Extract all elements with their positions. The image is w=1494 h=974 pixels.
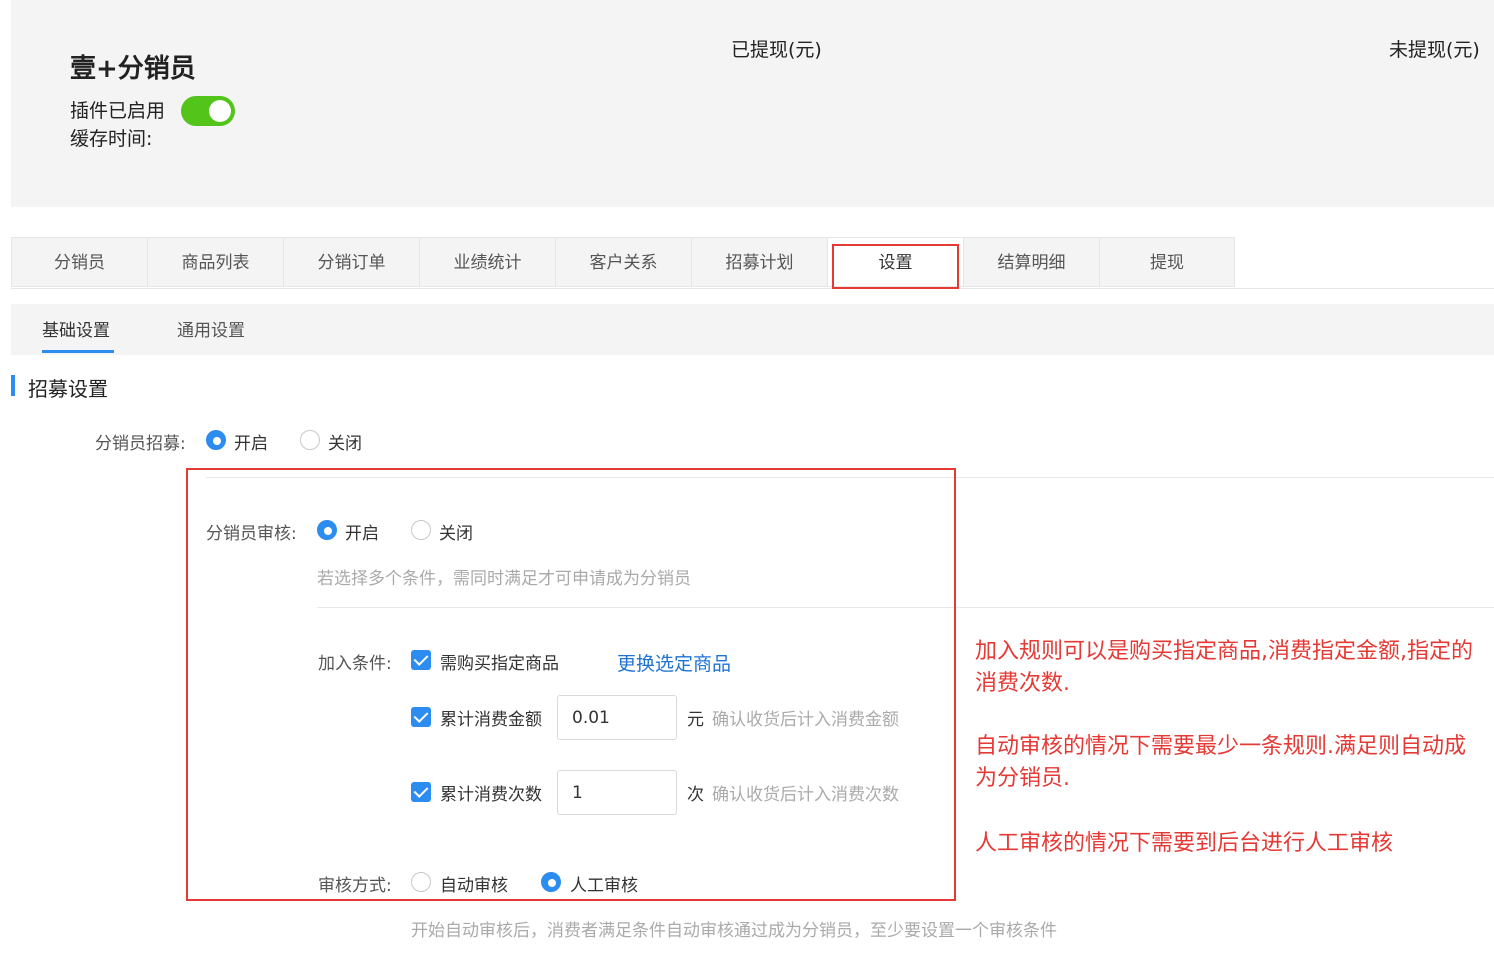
withdrawn-stat-label: 已提现(元) xyxy=(731,39,822,61)
cache-time-label: 缓存时间: xyxy=(70,128,153,150)
auto-review-label[interactable]: 自动审核 xyxy=(440,871,508,896)
join-condition-label: 加入条件: xyxy=(318,654,392,674)
change-product-link[interactable]: 更换选定商品 xyxy=(617,649,731,676)
manual-review-radio[interactable] xyxy=(541,872,561,892)
tab-recruit-plan[interactable]: 招募计划 xyxy=(691,237,827,287)
amount-checkbox[interactable] xyxy=(411,707,431,727)
buy-product-checkbox[interactable] xyxy=(411,650,431,670)
section-title: 招募设置 xyxy=(28,377,108,401)
recruit-off-radio[interactable] xyxy=(300,430,320,450)
tabs-divider xyxy=(11,288,1494,289)
count-unit: 次 xyxy=(687,785,704,805)
amount-unit: 元 xyxy=(687,710,704,730)
amount-input[interactable] xyxy=(557,695,677,740)
section-marker xyxy=(11,375,15,396)
count-hint: 确认收货后计入消费次数 xyxy=(712,785,899,805)
subtab-general-settings[interactable]: 通用设置 xyxy=(177,316,245,341)
plugin-enable-toggle[interactable] xyxy=(181,96,235,126)
recruit-label: 分销员招募: xyxy=(95,434,186,454)
tab-distributors[interactable]: 分销员 xyxy=(11,237,147,287)
subtab-basic-settings[interactable]: 基础设置 xyxy=(42,316,110,341)
page-title: 壹+分销员 xyxy=(70,54,196,84)
recruit-off-label[interactable]: 关闭 xyxy=(328,429,362,454)
form-divider xyxy=(206,477,1494,478)
count-input[interactable] xyxy=(557,770,677,815)
review-label: 分销员审核: xyxy=(206,524,297,544)
tab-products[interactable]: 商品列表 xyxy=(147,237,283,287)
recruit-on-radio[interactable] xyxy=(206,430,226,450)
review-divider xyxy=(317,607,1494,608)
amount-label[interactable]: 累计消费金额 xyxy=(440,705,542,730)
review-on-label[interactable]: 开启 xyxy=(345,519,379,544)
active-subtab-indicator xyxy=(42,350,114,353)
tab-settings[interactable]: 设置 xyxy=(827,237,963,287)
tab-customers[interactable]: 客户关系 xyxy=(555,237,691,287)
recruit-on-label[interactable]: 开启 xyxy=(234,429,268,454)
tab-withdraw[interactable]: 提现 xyxy=(1099,237,1235,287)
tab-settlement[interactable]: 结算明细 xyxy=(963,237,1099,287)
buy-product-label[interactable]: 需购买指定商品 xyxy=(440,649,559,674)
tab-performance[interactable]: 业绩统计 xyxy=(419,237,555,287)
manual-review-label[interactable]: 人工审核 xyxy=(570,871,638,896)
review-off-radio[interactable] xyxy=(411,520,431,540)
tab-orders[interactable]: 分销订单 xyxy=(283,237,419,287)
pending-withdraw-stat-label: 未提现(元) xyxy=(1389,39,1480,61)
review-on-radio[interactable] xyxy=(317,520,337,540)
review-hint: 若选择多个条件，需同时满足才可申请成为分销员 xyxy=(317,569,691,589)
toggle-knob xyxy=(209,100,231,122)
review-method-label: 审核方式: xyxy=(318,876,392,896)
review-section-highlight xyxy=(186,468,956,901)
plugin-status-label: 插件已启用 xyxy=(70,100,166,122)
review-off-label[interactable]: 关闭 xyxy=(439,519,473,544)
annotation-manual-review: 人工审核的情况下需要到后台进行人工审核 xyxy=(975,831,1394,856)
count-checkbox[interactable] xyxy=(411,782,431,802)
annotation-auto-review: 自动审核的情况下需要最少一条规则.满足则自动成为分销员. xyxy=(975,734,1466,791)
amount-hint: 确认收货后计入消费金额 xyxy=(712,710,899,730)
count-label[interactable]: 累计消费次数 xyxy=(440,780,542,805)
review-method-hint: 开始自动审核后，消费者满足条件自动审核通过成为分销员，至少要设置一个审核条件 xyxy=(411,921,1057,941)
auto-review-radio[interactable] xyxy=(411,872,431,892)
main-tabs: 分销员 商品列表 分销订单 业绩统计 客户关系 招募计划 设置 结算明细 提现 xyxy=(11,237,1235,288)
annotation-join-rules: 加入规则可以是购买指定商品,消费指定金额,指定的消费次数. xyxy=(975,639,1473,696)
